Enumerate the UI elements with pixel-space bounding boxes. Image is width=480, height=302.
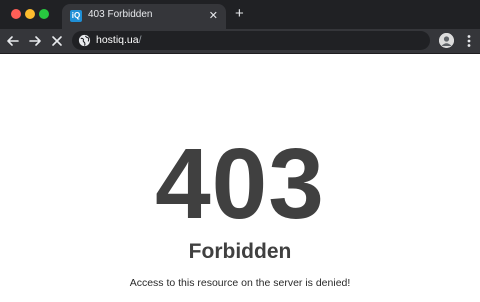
new-tab-plus-icon[interactable]: +: [235, 5, 244, 23]
kebab-menu-icon[interactable]: [462, 33, 476, 49]
url-host: hostiq.ua: [96, 34, 139, 46]
page-content: 403 Forbidden Access to this resource on…: [0, 54, 480, 302]
browser-toolbar: hostiq.ua/: [0, 29, 480, 54]
tab-strip: iQ 403 Forbidden ✕ +: [0, 0, 480, 29]
globe-icon: [78, 34, 91, 47]
window-maximize-button[interactable]: [39, 9, 49, 19]
error-heading: Forbidden: [188, 240, 292, 263]
window-minimize-button[interactable]: [25, 9, 35, 19]
tab-title: 403 Forbidden: [88, 9, 153, 20]
error-code: 403: [155, 128, 325, 240]
tab-close-icon[interactable]: ✕: [209, 9, 218, 23]
stop-loading-icon[interactable]: [48, 32, 66, 50]
profile-avatar-icon[interactable]: [439, 33, 454, 48]
forward-arrow-icon[interactable]: [26, 32, 44, 50]
site-favicon-icon: iQ: [70, 10, 82, 22]
browser-tab[interactable]: iQ 403 Forbidden ✕: [62, 4, 226, 29]
url-path: /: [138, 34, 142, 46]
back-arrow-icon[interactable]: [4, 32, 22, 50]
window-close-button[interactable]: [11, 9, 21, 19]
url-text[interactable]: hostiq.ua/: [96, 34, 142, 46]
error-message: Access to this resource on the server is…: [129, 277, 351, 289]
address-bar[interactable]: hostiq.ua/: [72, 31, 430, 50]
